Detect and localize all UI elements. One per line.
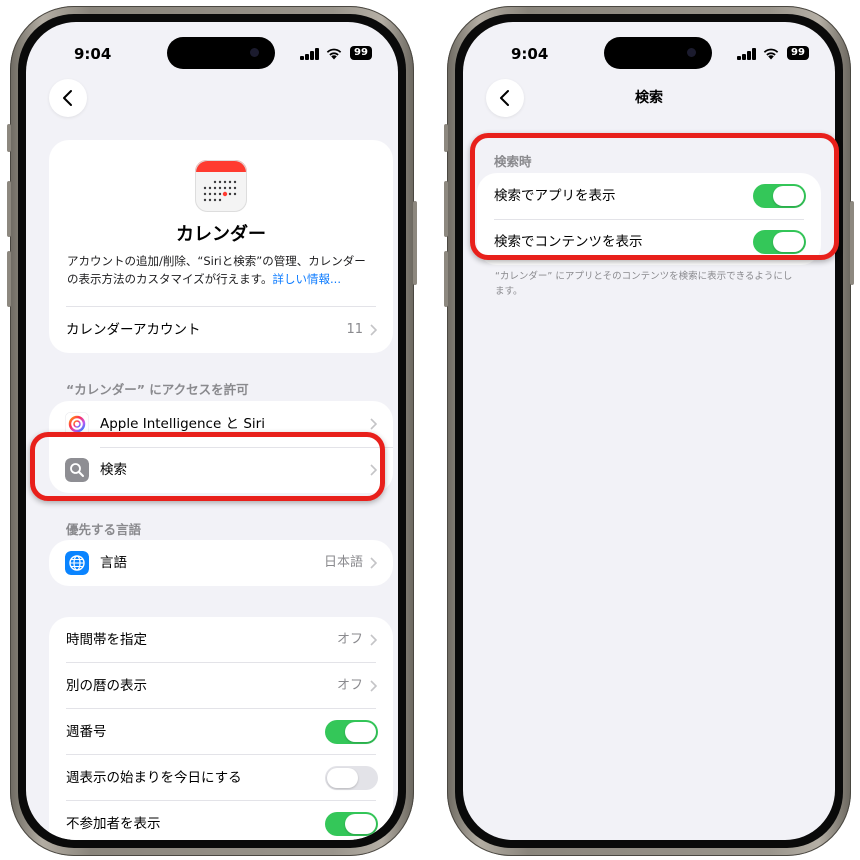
chevron-left-icon bbox=[63, 90, 72, 106]
app-description: アカウントの追加/削除、“Siriと検索”の管理、カレンダーの表示方法のカスタマ… bbox=[67, 252, 377, 288]
left-screen: 9:04 99 カレンダー アカウントの追加/削除、“Siriと検索”の管理、カ… bbox=[26, 22, 398, 840]
row-label: 週番号 bbox=[66, 724, 107, 740]
week-numbers-toggle[interactable] bbox=[325, 720, 378, 744]
start-week-today-row: 週表示の始まりを今日にする bbox=[49, 755, 393, 801]
wifi-icon bbox=[763, 48, 779, 60]
cellular-signal-icon bbox=[737, 48, 757, 60]
globe-icon bbox=[65, 551, 89, 575]
left-phone-frame: 9:04 99 カレンダー アカウントの追加/削除、“Siriと検索”の管理、カ… bbox=[7, 6, 417, 856]
language-row[interactable]: 言語 日本語 bbox=[49, 540, 393, 586]
row-value: オフ bbox=[336, 678, 363, 693]
row-label: カレンダーアカウント bbox=[66, 322, 201, 338]
learn-more-link[interactable]: 詳しい情報... bbox=[273, 272, 341, 286]
row-label: 不参加者を表示 bbox=[66, 816, 161, 832]
chevron-right-icon bbox=[370, 324, 377, 336]
start-week-today-toggle[interactable] bbox=[325, 766, 378, 790]
row-label: 週表示の始まりを今日にする bbox=[66, 770, 242, 786]
highlight-search-section bbox=[470, 133, 839, 260]
chevron-right-icon bbox=[370, 634, 377, 646]
dynamic-island bbox=[167, 37, 275, 69]
section-footnote: “カレンダー” にアプリとそのコンテンツを検索に表示できるようにします。 bbox=[495, 271, 793, 297]
volume-up-button bbox=[444, 181, 448, 237]
calendar-app-icon bbox=[195, 160, 247, 212]
show-declined-toggle[interactable] bbox=[325, 812, 378, 836]
row-value: オフ bbox=[336, 632, 363, 647]
access-section-header: “カレンダー” にアクセスを許可 bbox=[66, 382, 249, 397]
app-info-card: カレンダー アカウントの追加/削除、“Siriと検索”の管理、カレンダーの表示方… bbox=[49, 140, 393, 353]
back-button[interactable] bbox=[49, 79, 87, 117]
week-numbers-row: 週番号 bbox=[49, 709, 393, 755]
show-declined-row: 不参加者を表示 bbox=[49, 801, 393, 840]
row-label: 別の暦の表示 bbox=[66, 678, 147, 694]
status-time: 9:04 bbox=[74, 45, 112, 63]
chevron-right-icon bbox=[370, 418, 377, 430]
volume-down-button bbox=[444, 251, 448, 307]
time-zone-override-row[interactable]: 時間帯を指定 オフ bbox=[49, 617, 393, 663]
language-section-header: 優先する言語 bbox=[66, 522, 142, 537]
calendar-settings-card: 時間帯を指定 オフ 別の暦の表示 オフ 週番号 週表示の始まりを今日にする 不参… bbox=[49, 617, 393, 840]
chevron-right-icon bbox=[370, 557, 377, 569]
status-bar: 9:04 99 bbox=[26, 22, 398, 78]
alternate-calendars-row[interactable]: 別の暦の表示 オフ bbox=[49, 663, 393, 709]
row-label: 時間帯を指定 bbox=[66, 632, 147, 648]
row-label: 言語 bbox=[100, 555, 127, 571]
status-time: 9:04 bbox=[511, 45, 549, 63]
wifi-icon bbox=[326, 48, 342, 60]
side-button bbox=[413, 201, 417, 285]
language-card: 言語 日本語 bbox=[49, 540, 393, 586]
highlight-search-row bbox=[30, 432, 385, 501]
cellular-signal-icon bbox=[300, 48, 320, 60]
battery-indicator: 99 bbox=[350, 46, 372, 60]
action-button bbox=[444, 124, 448, 152]
row-value: 日本語 bbox=[323, 555, 363, 570]
page-title: 検索 bbox=[635, 90, 663, 106]
calendar-accounts-row[interactable]: カレンダーアカウント 11 bbox=[49, 307, 393, 353]
action-button bbox=[7, 124, 11, 152]
dynamic-island bbox=[604, 37, 712, 69]
volume-down-button bbox=[7, 251, 11, 307]
volume-up-button bbox=[7, 181, 11, 237]
side-button bbox=[850, 201, 854, 285]
status-bar: 9:04 99 bbox=[463, 22, 835, 78]
row-value: 11 bbox=[346, 322, 363, 337]
chevron-right-icon bbox=[370, 680, 377, 692]
battery-indicator: 99 bbox=[787, 46, 809, 60]
app-title: カレンダー bbox=[176, 224, 266, 245]
